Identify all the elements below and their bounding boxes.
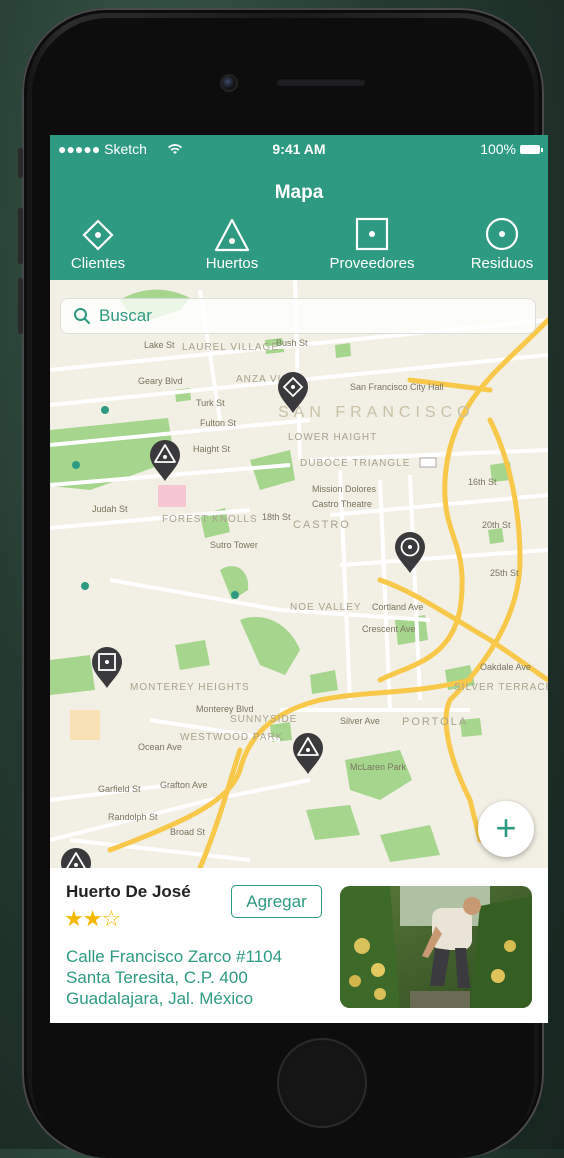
page-title: Mapa xyxy=(274,182,324,203)
earpiece-speaker xyxy=(276,78,366,86)
location-name: Huerto De José xyxy=(66,882,191,901)
map-label-castro: CASTRO xyxy=(293,519,351,531)
map-label-bush: Bush St xyxy=(276,338,308,348)
map-label-mission: Mission Dolores xyxy=(312,484,377,494)
map-pin-huertos-2[interactable] xyxy=(291,731,325,775)
address-line-2: Santa Teresita, C.P. 400 xyxy=(66,968,248,987)
farmer-photo xyxy=(340,886,532,1008)
map-label-silver: SILVER TERRACE xyxy=(454,682,548,693)
map-label-haight: Haight St xyxy=(193,444,231,454)
volume-down-button xyxy=(18,278,23,334)
tab-huertos[interactable]: Huertos xyxy=(192,217,272,272)
front-camera xyxy=(220,74,238,92)
map-pin-huertos-3[interactable] xyxy=(59,846,93,868)
tab-proveedores-label: Proveedores xyxy=(329,255,415,272)
diamond-icon xyxy=(78,217,118,253)
tab-residuos-label: Residuos xyxy=(470,255,534,272)
map-label-sutro: Sutro Tower xyxy=(210,540,258,550)
add-button[interactable]: Agregar xyxy=(231,885,322,918)
map-label-geary: Geary Blvd xyxy=(138,376,183,386)
search-placeholder: Buscar xyxy=(99,306,152,325)
status-time: 9:41 AM xyxy=(272,141,326,157)
star-filled-icon: ★ xyxy=(64,906,84,931)
mute-switch xyxy=(18,148,23,178)
search-icon xyxy=(73,307,91,325)
map-view[interactable]: SAN FRANCISCO Lake St Geary Blvd Turk St… xyxy=(50,280,548,868)
app-header: ●●●●● Sketch 9:41 AM 100% Mapa Clientes … xyxy=(50,135,548,280)
map-label-silverave: Silver Ave xyxy=(340,716,380,726)
battery-percent: 100% xyxy=(480,141,516,157)
search-input[interactable]: Buscar xyxy=(60,298,536,334)
plus-icon: + xyxy=(495,807,517,848)
map-label-20th: 20th St xyxy=(482,520,511,530)
status-bar: ●●●●● Sketch 9:41 AM 100% xyxy=(50,140,548,160)
map-pin-residuos[interactable] xyxy=(393,530,427,574)
star-filled-icon: ★ xyxy=(82,906,103,931)
map-label-turk: Turk St xyxy=(196,398,225,408)
category-tabs: Clientes Huertos Proveedores Residuos xyxy=(50,217,548,277)
map-label-castrotheatre: Castro Theatre xyxy=(312,499,372,509)
map-label-duboce: DUBOCE TRIANGLE xyxy=(300,458,410,469)
map-label-oakdale: Oakdale Ave xyxy=(480,662,531,672)
map-label-laurel: LAUREL VILLAGE xyxy=(182,342,279,353)
map-label-broad: Broad St xyxy=(170,827,206,837)
location-photo[interactable] xyxy=(340,886,532,1008)
map-label-forest: FOREST KNOLLS xyxy=(162,514,258,525)
volume-up-button xyxy=(18,208,23,264)
tab-clientes-label: Clientes xyxy=(70,255,126,272)
tab-huertos-label: Huertos xyxy=(205,255,259,272)
map-pin-proveedores[interactable] xyxy=(90,645,124,689)
map-label-ocean: Ocean Ave xyxy=(138,742,182,752)
map-label-lake: Lake St xyxy=(144,340,175,350)
map-label-garfield: Garfield St xyxy=(98,784,141,794)
location-card[interactable]: Huerto De José ★★☆ Agregar Calle Francis… xyxy=(50,868,548,1023)
address-line-1: Calle Francisco Zarco #1104 xyxy=(66,947,283,966)
map-label-portola: PORTOLA xyxy=(402,716,468,728)
hospital-area xyxy=(158,485,186,507)
circle-dot-icon xyxy=(482,217,522,253)
map-label-cortland: Cortland Ave xyxy=(372,602,423,612)
map-label-randolph: Randolph St xyxy=(108,812,158,822)
map-pin-huertos[interactable] xyxy=(148,438,182,482)
tab-proveedores[interactable]: Proveedores xyxy=(322,217,422,272)
square-dot-icon xyxy=(352,217,392,253)
map-label-westwood: WESTWOOD PARK xyxy=(180,732,283,743)
battery-icon xyxy=(520,145,543,154)
map-label-noe: NOE VALLEY xyxy=(290,602,362,613)
map-label-monterey: MONTEREY HEIGHTS xyxy=(130,682,250,693)
map-label-mclaren: McLaren Park xyxy=(350,762,407,772)
home-button[interactable] xyxy=(277,1038,367,1128)
map-label-fulton: Fulton St xyxy=(200,418,237,428)
map-label-montereyblvd: Monterey Blvd xyxy=(196,704,254,714)
map-label-sunnyside: SUNNYSIDE xyxy=(230,714,297,725)
app-screen: ●●●●● Sketch 9:41 AM 100% Mapa Clientes … xyxy=(50,135,548,1023)
tab-residuos[interactable]: Residuos xyxy=(462,217,542,272)
rating-stars: ★★☆ xyxy=(64,906,121,932)
map-label-18th: 18th St xyxy=(262,512,291,522)
tab-clientes[interactable]: Clientes xyxy=(58,217,138,272)
add-location-button[interactable]: + xyxy=(478,801,534,857)
map-label-crescent: Crescent Ave xyxy=(362,624,415,634)
location-address: Calle Francisco Zarco #1104 Santa Teresi… xyxy=(66,946,282,1009)
address-line-3: Guadalajara, Jal. México xyxy=(66,989,254,1008)
map-label-lower: LOWER HAIGHT xyxy=(288,432,377,443)
map-label-16th: 16th St xyxy=(468,477,497,487)
map-pin-clientes[interactable] xyxy=(276,370,310,414)
map-label-25th: 25th St xyxy=(490,568,519,578)
map-label-judah: Judah St xyxy=(92,504,128,514)
triangle-icon xyxy=(212,217,252,253)
highway-101-shield xyxy=(419,457,437,468)
school-area xyxy=(70,710,100,740)
map-label-cityhall: San Francisco City Hall xyxy=(350,382,444,392)
map-canvas: SAN FRANCISCO Lake St Geary Blvd Turk St… xyxy=(50,280,548,868)
map-label-grafton: Grafton Ave xyxy=(160,780,207,790)
star-empty-icon: ☆ xyxy=(101,906,121,931)
